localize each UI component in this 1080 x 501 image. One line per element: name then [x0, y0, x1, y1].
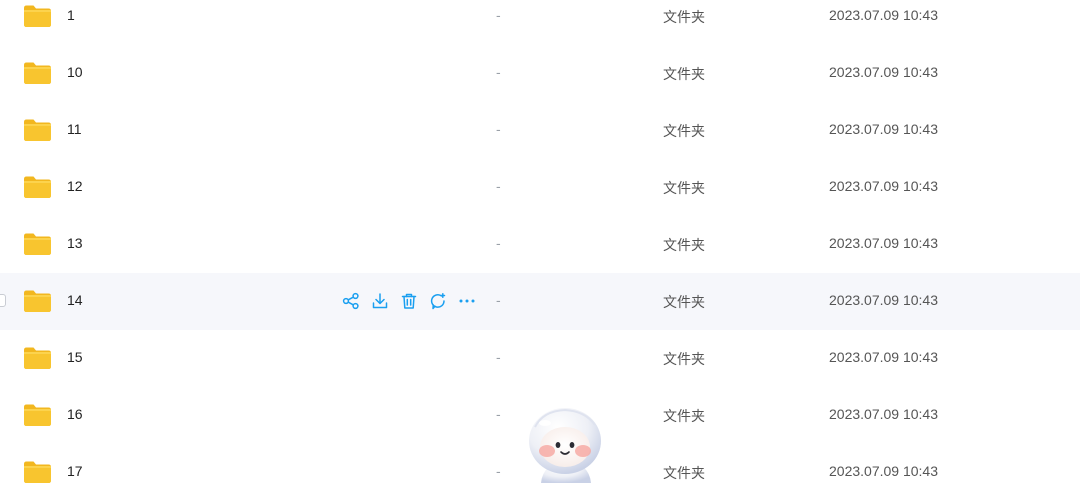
assistant-mascot[interactable]	[525, 405, 607, 483]
file-size: -	[496, 64, 501, 80]
file-size: -	[496, 7, 501, 23]
file-size: -	[496, 292, 501, 308]
folder-icon	[23, 289, 52, 313]
folder-icon	[23, 4, 52, 28]
folder-icon	[23, 460, 52, 484]
file-name[interactable]: 13	[67, 235, 83, 251]
file-name[interactable]: 10	[67, 64, 83, 80]
file-type: 文件夹	[663, 237, 705, 253]
file-size: -	[496, 349, 501, 365]
file-size: -	[496, 463, 501, 479]
delete-icon[interactable]	[400, 292, 418, 310]
file-modified-date: 2023.07.09 10:43	[829, 292, 938, 308]
file-modified-date: 2023.07.09 10:43	[829, 349, 938, 365]
file-type: 文件夹	[663, 180, 705, 196]
file-size: -	[496, 121, 501, 137]
download-icon[interactable]	[371, 292, 389, 310]
file-modified-date: 2023.07.09 10:43	[829, 121, 938, 137]
file-name[interactable]: 16	[67, 406, 83, 422]
file-modified-date: 2023.07.09 10:43	[829, 7, 938, 23]
file-type: 文件夹	[663, 294, 705, 310]
file-modified-date: 2023.07.09 10:43	[829, 178, 938, 194]
file-name[interactable]: 1	[67, 7, 75, 23]
comment-icon[interactable]	[429, 292, 447, 310]
file-type: 文件夹	[663, 123, 705, 139]
row-actions	[342, 292, 476, 310]
file-row[interactable]: 10 - 文件夹 2023.07.09 10:43	[0, 45, 1080, 102]
file-row[interactable]: 12 - 文件夹 2023.07.09 10:43	[0, 159, 1080, 216]
file-type: 文件夹	[663, 9, 705, 25]
folder-icon	[23, 118, 52, 142]
file-type: 文件夹	[663, 66, 705, 82]
folder-icon	[23, 61, 52, 85]
file-size: -	[496, 178, 501, 194]
file-row[interactable]: 13 - 文件夹 2023.07.09 10:43	[0, 216, 1080, 273]
folder-icon	[23, 403, 52, 427]
file-row-hovered[interactable]: 14 - 文件夹 2023.07.09 10:43	[0, 273, 1080, 330]
file-type: 文件夹	[663, 351, 705, 367]
folder-icon	[23, 175, 52, 199]
file-type: 文件夹	[663, 408, 705, 424]
file-row[interactable]: 11 - 文件夹 2023.07.09 10:43	[0, 102, 1080, 159]
row-checkbox[interactable]	[0, 294, 6, 307]
file-name[interactable]: 14	[67, 292, 83, 308]
file-modified-date: 2023.07.09 10:43	[829, 235, 938, 251]
file-name[interactable]: 11	[67, 121, 82, 137]
file-size: -	[496, 406, 501, 422]
share-icon[interactable]	[342, 292, 360, 310]
more-icon[interactable]	[458, 292, 476, 310]
file-size: -	[496, 235, 501, 251]
file-row[interactable]: 15 - 文件夹 2023.07.09 10:43	[0, 330, 1080, 387]
file-name[interactable]: 12	[67, 178, 83, 194]
file-type: 文件夹	[663, 465, 705, 481]
file-row[interactable]: 1 - 文件夹 2023.07.09 10:43	[0, 0, 1080, 45]
file-modified-date: 2023.07.09 10:43	[829, 406, 938, 422]
file-modified-date: 2023.07.09 10:43	[829, 463, 938, 479]
folder-icon	[23, 232, 52, 256]
file-modified-date: 2023.07.09 10:43	[829, 64, 938, 80]
folder-icon	[23, 346, 52, 370]
file-name[interactable]: 17	[67, 463, 83, 479]
file-name[interactable]: 15	[67, 349, 83, 365]
